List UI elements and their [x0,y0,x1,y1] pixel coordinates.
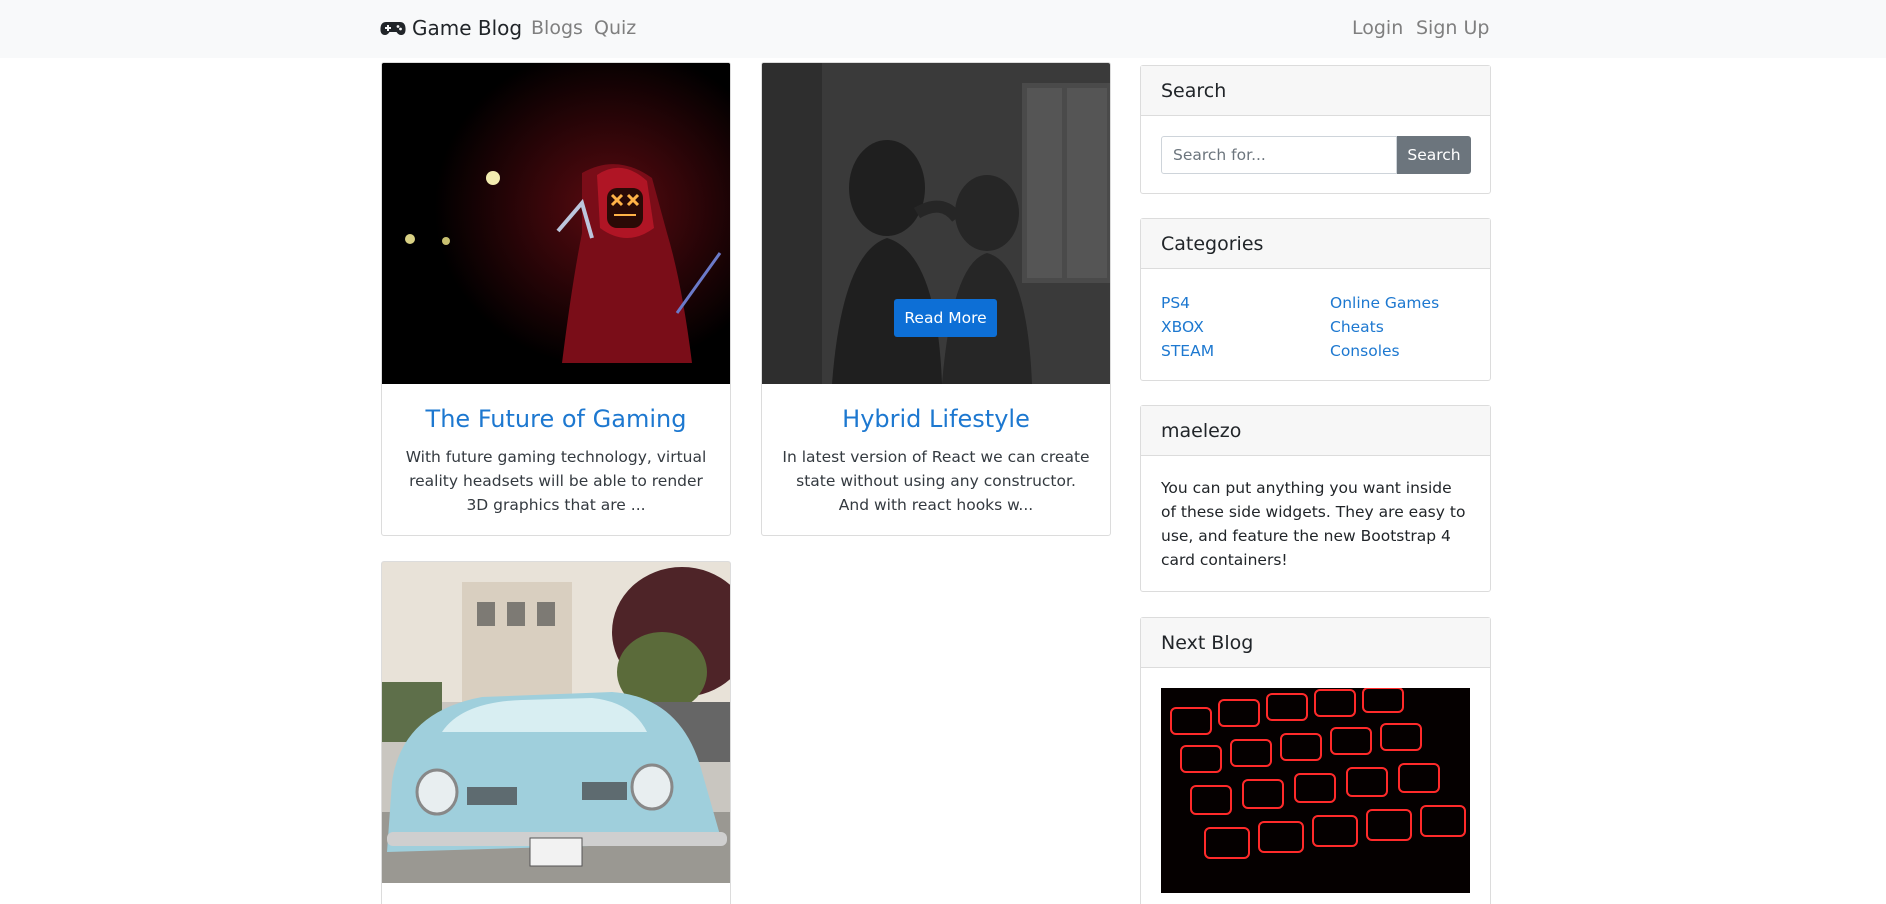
read-more-button[interactable]: Read More [894,299,997,337]
widget-title: Next Blog [1141,618,1490,668]
post-excerpt: In latest version of React we can create… [782,448,1090,514]
post-title[interactable]: Hybrid Lifestyle [762,405,1110,433]
category-link-consoles[interactable]: Consoles [1330,339,1439,363]
nav-link-blogs[interactable]: Blogs [531,17,583,39]
gamepad-icon [380,22,406,35]
nav-link-login[interactable]: Login [1352,17,1403,39]
categories-right-column: Online Games Cheats Consoles [1330,291,1439,363]
widget-title: maelezo [1141,406,1490,456]
nav-link-signup[interactable]: Sign Up [1416,17,1489,39]
post-image[interactable] [382,562,730,883]
post-card: Read More Hybrid Lifestyle In latest ver… [761,62,1111,536]
post-image[interactable]: Read More [762,63,1110,384]
post-card: The Future of Gaming With future gaming … [381,62,731,536]
search-input[interactable]: Search for... [1161,136,1397,174]
red-mask-hoodie-photo [382,63,730,384]
brand-link[interactable]: Game Blog [380,16,522,40]
categories-widget: Categories PS4 XBOX STEAM Online Games C… [1140,218,1491,381]
search-widget: Search Search for... Search [1140,65,1491,194]
post-image[interactable] [382,63,730,384]
red-backlit-keyboard-photo[interactable] [1161,688,1470,893]
next-blog-widget: Next Blog [1140,617,1491,904]
blue-vintage-car-photo [382,562,730,883]
categories-left-column: PS4 XBOX STEAM [1161,291,1214,363]
category-link-online-games[interactable]: Online Games [1330,291,1439,315]
navbar: Game Blog Blogs Quiz Login Sign Up [0,0,1886,58]
widget-title: Search [1141,66,1490,116]
post-card [381,561,731,904]
side-widget: maelezo You can put anything you want in… [1140,405,1491,592]
nav-link-quiz[interactable]: Quiz [594,17,636,39]
category-link-xbox[interactable]: XBOX [1161,315,1214,339]
category-link-ps4[interactable]: PS4 [1161,291,1214,315]
category-link-cheats[interactable]: Cheats [1330,315,1439,339]
post-title[interactable]: The Future of Gaming [382,405,730,433]
post-excerpt: With future gaming technology, virtual r… [405,448,707,514]
search-button[interactable]: Search [1397,136,1471,174]
category-link-steam[interactable]: STEAM [1161,339,1214,363]
widget-title: Categories [1141,219,1490,269]
side-widget-text: You can put anything you want inside of … [1161,479,1466,569]
brand-label: Game Blog [412,16,523,40]
